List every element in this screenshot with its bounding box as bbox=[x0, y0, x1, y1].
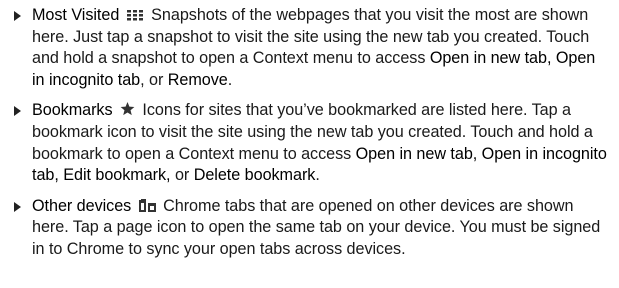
bullet-arrow-icon bbox=[14, 201, 21, 212]
list-item-most-visited: Most Visited Snapshots of the webpages t… bbox=[14, 5, 611, 91]
keyword-delete-bookmark: Delete bookmark bbox=[193, 166, 316, 185]
bullet-arrow-icon bbox=[14, 11, 21, 21]
document-body: Most Visited Snapshots of the webpages t… bbox=[0, 0, 619, 288]
term-bookmarks: Bookmarks bbox=[32, 101, 113, 120]
bullet-arrow-icon bbox=[14, 106, 21, 117]
period: . bbox=[315, 166, 320, 185]
devices-tabs-icon bbox=[138, 198, 156, 212]
grid-icon bbox=[126, 10, 144, 21]
keyword-remove: Remove bbox=[167, 70, 228, 89]
period: . bbox=[227, 70, 233, 89]
star-icon bbox=[120, 102, 135, 116]
separator-or: or bbox=[170, 166, 194, 185]
term-other-devices: Other devices bbox=[32, 196, 132, 215]
list-item-other-devices: Other devices Chrome tabs that are opene… bbox=[14, 196, 611, 261]
list-item-bookmarks: Bookmarks Icons for sites that you’ve bo… bbox=[14, 100, 611, 186]
term-most-visited: Most Visited bbox=[32, 6, 120, 24]
separator-or: , or bbox=[140, 70, 168, 89]
